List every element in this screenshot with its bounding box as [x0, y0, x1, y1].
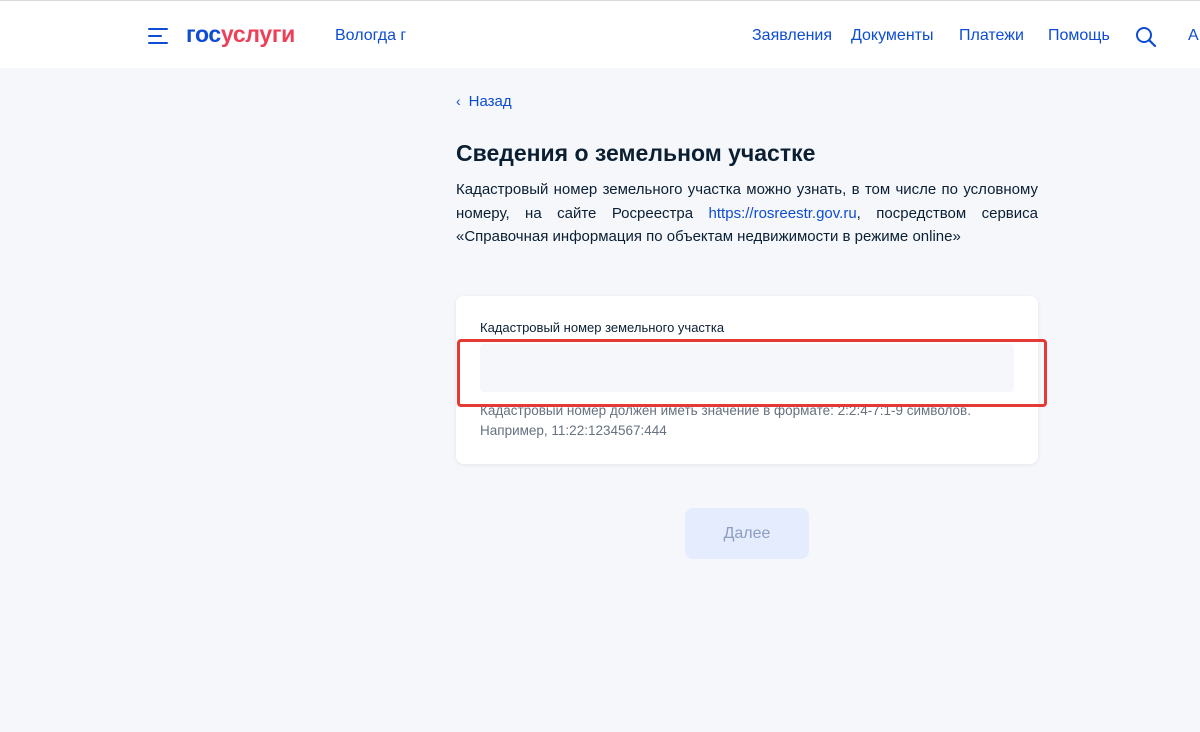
nav-payments[interactable]: Платежи: [959, 27, 1024, 45]
cadastral-number-input[interactable]: [480, 344, 1014, 392]
header: госуслуги Вологда г Заявления Документы …: [0, 0, 1200, 68]
nav-applications[interactable]: Заявления: [752, 27, 832, 45]
chevron-left-icon: ‹: [456, 93, 461, 109]
user-menu[interactable]: А: [1188, 27, 1199, 45]
menu-icon[interactable]: [148, 28, 168, 46]
hint-format: Кадастровый номер должен иметь значение …: [480, 403, 971, 418]
cadastral-number-label: Кадастровый номер земельного участка: [480, 320, 725, 335]
page-description: Кадастровый номер земельного участка мож…: [456, 178, 1038, 249]
search-icon[interactable]: [1134, 25, 1158, 49]
cadastral-number-hint: Кадастровый номер должен иметь значение …: [480, 401, 1014, 441]
nav-documents[interactable]: Документы: [851, 27, 933, 45]
nav-help[interactable]: Помощь: [1048, 27, 1110, 45]
logo-part-gos: гос: [186, 21, 221, 47]
next-button[interactable]: Далее: [685, 508, 809, 559]
gosuslugi-logo[interactable]: госуслуги: [186, 21, 295, 48]
back-link[interactable]: ‹ Назад: [456, 93, 512, 110]
back-link-label: Назад: [468, 93, 512, 110]
rosreestr-link[interactable]: https://rosreestr.gov.ru: [709, 205, 857, 222]
page-title: Сведения о земельном участке: [456, 140, 816, 166]
cadastral-form-card: Кадастровый номер земельного участка Кад…: [456, 296, 1038, 464]
logo-part-uslugi: услуги: [220, 21, 295, 47]
region-selector[interactable]: Вологда г: [335, 27, 406, 45]
hint-example: Например, 11:22:1234567:444: [480, 423, 667, 438]
